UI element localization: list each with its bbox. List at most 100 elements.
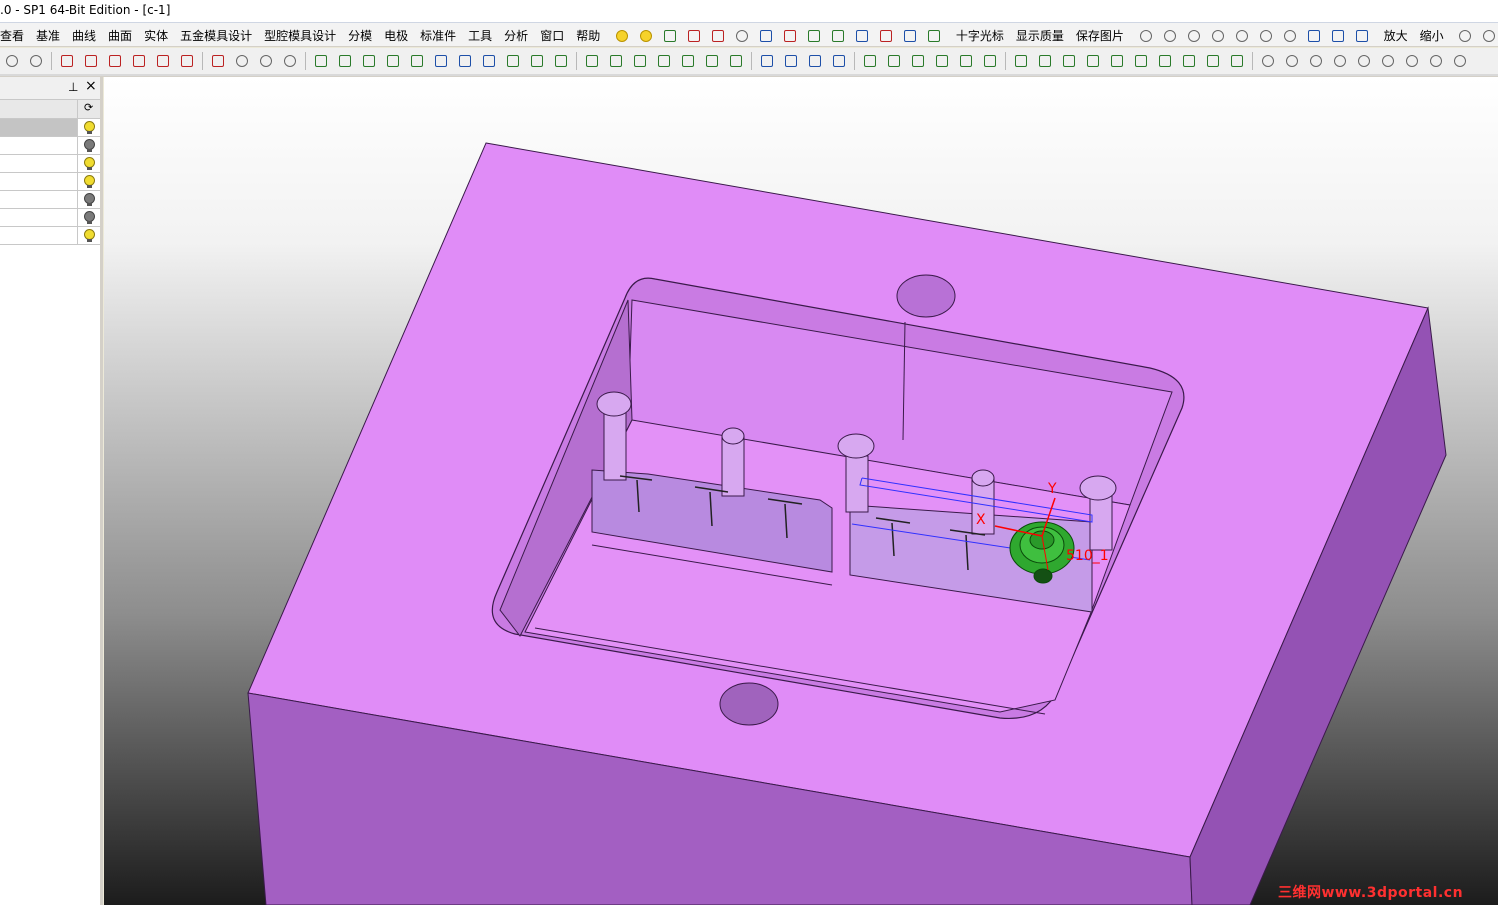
light-bulb-icon[interactable] <box>612 26 632 46</box>
visibility-cell[interactable] <box>77 191 100 208</box>
material-icon[interactable] <box>852 26 872 46</box>
curve-join-icon[interactable] <box>407 51 427 71</box>
ejector-icon[interactable] <box>1203 51 1223 71</box>
zoom-fit-icon[interactable] <box>1304 26 1324 46</box>
measure-icon[interactable] <box>732 26 752 46</box>
copy-icon[interactable] <box>781 51 801 71</box>
select-edge-icon[interactable] <box>105 51 125 71</box>
menu-surface[interactable]: 曲面 <box>102 23 138 46</box>
view-shaded-icon[interactable] <box>1232 26 1252 46</box>
viewport-3d[interactable]: Y X 510_1 <box>104 77 1498 905</box>
undo-icon[interactable] <box>2 51 22 71</box>
menu-solid[interactable]: 实体 <box>138 23 174 46</box>
light-bulb-on-icon[interactable] <box>636 26 656 46</box>
view-wire-icon[interactable] <box>1256 26 1276 46</box>
mold-model[interactable]: Y X 510_1 <box>104 77 1498 905</box>
pan-icon[interactable] <box>1479 26 1498 46</box>
render-icon[interactable] <box>780 26 800 46</box>
curve-split-icon[interactable] <box>383 51 403 71</box>
light-bulb-on-icon[interactable] <box>84 121 95 134</box>
pen-icon[interactable] <box>924 26 944 46</box>
redo-icon[interactable] <box>26 51 46 71</box>
hide-icon[interactable] <box>1378 51 1398 71</box>
light-bulb-off-icon[interactable] <box>84 211 95 224</box>
parting-face-icon[interactable] <box>1107 51 1127 71</box>
surface-icon[interactable] <box>431 51 451 71</box>
point-icon[interactable] <box>208 51 228 71</box>
curve-extend-icon[interactable] <box>335 51 355 71</box>
paint-bucket-icon[interactable] <box>900 26 920 46</box>
arrow-right-icon[interactable] <box>708 26 728 46</box>
cavity-icon[interactable] <box>1155 51 1175 71</box>
split-body-icon[interactable] <box>1083 51 1103 71</box>
display-quality-button[interactable]: 显示质量 <box>1010 23 1070 46</box>
sweep-icon[interactable] <box>479 51 499 71</box>
view-right-icon[interactable] <box>1208 26 1228 46</box>
boolean-intersect-icon[interactable] <box>1059 51 1079 71</box>
align-icon[interactable] <box>908 51 928 71</box>
zoom-prev-icon[interactable] <box>1352 26 1372 46</box>
search-icon[interactable] <box>1455 26 1475 46</box>
menu-help[interactable]: 帮助 <box>570 23 606 46</box>
draft-icon[interactable] <box>702 51 722 71</box>
hammer-icon[interactable] <box>828 26 848 46</box>
box-icon[interactable] <box>756 26 776 46</box>
light-bulb-on-icon[interactable] <box>84 175 95 188</box>
layer-row[interactable] <box>0 191 100 209</box>
view-top-icon[interactable] <box>1184 26 1204 46</box>
edit-icon[interactable] <box>804 26 824 46</box>
close-icon[interactable]: × <box>85 78 97 94</box>
layer-row[interactable] <box>0 227 100 245</box>
visibility-cell[interactable] <box>77 227 100 244</box>
layer-row[interactable] <box>0 173 100 191</box>
delete-icon[interactable] <box>1354 51 1374 71</box>
menu-tools[interactable]: 工具 <box>462 23 498 46</box>
circle-icon[interactable] <box>280 51 300 71</box>
morph-icon[interactable] <box>980 51 1000 71</box>
view-options-icon[interactable] <box>1280 26 1300 46</box>
extrude-icon[interactable] <box>582 51 602 71</box>
visibility-cell[interactable] <box>77 119 100 136</box>
cylinder-icon[interactable] <box>455 51 475 71</box>
deform-icon[interactable] <box>932 51 952 71</box>
pin-icon[interactable]: ⊥ <box>68 80 78 94</box>
light-bulb-on-icon[interactable] <box>84 157 95 170</box>
radius-icon[interactable] <box>1306 51 1326 71</box>
visibility-cell[interactable] <box>77 155 100 172</box>
menu-electrode[interactable]: 电极 <box>378 23 414 46</box>
filter-icon[interactable] <box>177 51 197 71</box>
move-icon[interactable] <box>805 51 825 71</box>
shell-icon[interactable] <box>678 51 698 71</box>
select-point-icon[interactable] <box>153 51 173 71</box>
transform-icon[interactable] <box>860 51 880 71</box>
select-body-icon[interactable] <box>129 51 149 71</box>
visibility-cell[interactable] <box>77 137 100 154</box>
fly-icon[interactable] <box>956 51 976 71</box>
grid-icon[interactable] <box>876 26 896 46</box>
layer-row[interactable] <box>0 155 100 173</box>
menu-standard-parts[interactable]: 标准件 <box>414 23 462 46</box>
curve-offset-icon[interactable] <box>359 51 379 71</box>
trim-surface-icon[interactable] <box>551 51 571 71</box>
menu-curve[interactable]: 曲线 <box>66 23 102 46</box>
light-bulb-off-icon[interactable] <box>84 139 95 152</box>
view-iso-icon[interactable] <box>1136 26 1156 46</box>
menu-split-mold[interactable]: 分模 <box>342 23 378 46</box>
layer-row[interactable] <box>0 119 100 137</box>
menu-datum[interactable]: 基准 <box>30 23 66 46</box>
save-image-button[interactable]: 保存图片 <box>1070 23 1130 46</box>
slider-icon[interactable] <box>1179 51 1199 71</box>
refresh-icon[interactable]: ⟳ <box>77 100 100 118</box>
curve-trim-icon[interactable] <box>311 51 331 71</box>
attribute-icon[interactable] <box>1426 51 1446 71</box>
history-icon[interactable] <box>1450 51 1470 71</box>
arrow-left-icon[interactable] <box>684 26 704 46</box>
boolean-subtract-icon[interactable] <box>1035 51 1055 71</box>
menu-cavity-mold[interactable]: 型腔模具设计 <box>258 23 342 46</box>
visibility-cell[interactable] <box>77 209 100 226</box>
scale-icon[interactable] <box>884 51 904 71</box>
zoom-in-button[interactable]: 放大 <box>1378 23 1414 46</box>
menu-window[interactable]: 窗口 <box>534 23 570 46</box>
menu-view[interactable]: 查看 <box>0 23 30 46</box>
show-icon[interactable] <box>1402 51 1422 71</box>
